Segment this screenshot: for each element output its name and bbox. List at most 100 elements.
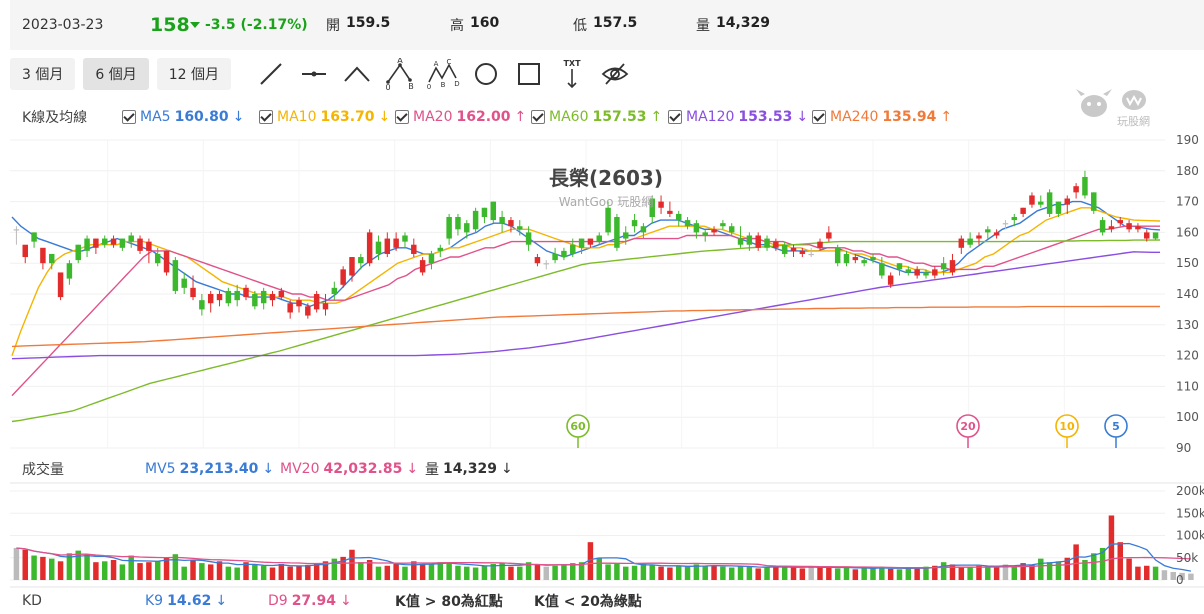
down-arrow-icon: [190, 22, 200, 28]
volume-bar: [561, 564, 567, 580]
candle-body: [640, 226, 647, 233]
volume-bar: [207, 564, 214, 580]
candle-body: [296, 300, 302, 307]
candle-body: [799, 250, 806, 254]
candle-body: [31, 232, 37, 242]
range-12m-button[interactable]: 12 個月: [156, 58, 231, 90]
volume-bar: [331, 558, 338, 580]
volume-bar: [852, 569, 859, 580]
ma120-arrow: ↓: [796, 109, 809, 125]
price-tick-label: 150: [1176, 256, 1199, 270]
hide-drawings-icon[interactable]: [597, 57, 633, 91]
candle-body: [234, 290, 240, 301]
candle-body: [1002, 223, 1009, 225]
candle-body: [181, 278, 187, 288]
volume-bar: [1038, 558, 1044, 580]
volume-bar: [384, 565, 391, 580]
volume-bar: [216, 561, 223, 580]
ma240-checkbox[interactable]: [812, 110, 826, 124]
abc-label-b: B: [408, 82, 414, 90]
candle-body: [737, 238, 744, 245]
volume-legend: 成交量 MV5 23,213.40 ↓ MV20 42,032.85 ↓ 量 1…: [10, 458, 1204, 480]
mv20-arrow: ↓: [406, 461, 419, 477]
volume-tick-label: 150k: [1176, 506, 1204, 520]
rectangle-tool-icon[interactable]: [511, 57, 547, 91]
ma10-checkbox[interactable]: [259, 110, 273, 124]
volume-bar: [808, 566, 814, 580]
ma-markers: 60 20 10 5: [566, 414, 1128, 448]
ma5-value: 160.80: [174, 109, 229, 125]
candle-body: [146, 241, 152, 251]
ma20-checkbox[interactable]: [395, 110, 409, 124]
circle-tool-icon[interactable]: [468, 57, 504, 91]
volume-bar: [578, 562, 585, 580]
mv20-line: [16, 547, 1191, 569]
volume-bar: [128, 555, 134, 580]
volume-bar: [411, 561, 417, 580]
volume-label: 量: [696, 18, 710, 34]
ma120-toggle[interactable]: MA120 153.53 ↓: [668, 109, 808, 125]
candle-body: [84, 238, 90, 251]
ma60-toggle[interactable]: MA60 157.53 ↑: [531, 109, 662, 125]
ma-marker-label: 60: [570, 420, 586, 433]
volume-ma-lines: [16, 542, 1192, 572]
price-change: -3.5 (-2.17%): [190, 17, 308, 33]
ma5-checkbox[interactable]: [122, 110, 136, 124]
candle-body: [887, 275, 894, 285]
ma60-checkbox[interactable]: [531, 110, 545, 124]
volume-bar: [393, 563, 399, 580]
angle-tool-icon[interactable]: [339, 57, 375, 91]
chart-title: 長榮(2603): [549, 166, 663, 190]
volume-bar: [1046, 562, 1053, 580]
range-6m-button[interactable]: 6 個月: [83, 58, 149, 90]
ma240-toggle[interactable]: MA240 135.94 ↑: [812, 109, 952, 125]
ma120-checkbox[interactable]: [668, 110, 682, 124]
candle-body: [481, 207, 488, 217]
candle-body: [446, 217, 452, 239]
ma10-toggle[interactable]: MA10 163.70 ↓: [259, 109, 390, 125]
candle-body: [958, 238, 965, 248]
ma20-arrow: ↑: [514, 109, 527, 125]
volume-bar: [481, 565, 488, 580]
candle-body: [684, 220, 691, 227]
volume-bar: [720, 566, 726, 580]
ma5-label: MA5: [140, 109, 171, 125]
text-tool-icon[interactable]: TXT: [554, 57, 590, 91]
ma240-line: [11, 305, 1160, 348]
volume-today-arrow: ↓: [501, 461, 513, 477]
candle-body: [393, 238, 399, 248]
segment-tool-icon[interactable]: [296, 57, 332, 91]
volume-bar: [1099, 547, 1106, 580]
volume-bars: [13, 515, 1194, 580]
volume-tick-label: 200k: [1176, 484, 1204, 498]
candle-body: [508, 220, 514, 227]
abc-pattern-tool-icon[interactable]: A 0 B: [382, 57, 418, 91]
candle-body: [543, 263, 549, 265]
candle-body: [746, 235, 753, 245]
abcd-label-d: D: [454, 80, 459, 88]
volume-bar: [905, 568, 912, 580]
volume-bar: [614, 563, 620, 580]
volume-bar: [1020, 563, 1026, 580]
candle-body: [411, 244, 417, 254]
price-change-value: -3.5 (-2.17%): [205, 17, 308, 33]
volume-bar: [552, 565, 558, 580]
abcd-label-c: C: [447, 58, 452, 66]
kd-note-oversold: K值 < 20為綠點: [534, 594, 642, 610]
ma60-value: 157.53: [592, 109, 647, 125]
volume-bar: [631, 565, 638, 580]
volume-stat: 量 14,329: [696, 15, 770, 35]
ma20-toggle[interactable]: MA20 162.00 ↑: [395, 109, 526, 125]
ma5-toggle[interactable]: MA5 160.80 ↓: [122, 109, 244, 125]
abcd-pattern-tool-icon[interactable]: A C 0 B D: [425, 57, 461, 91]
chart-watermark: WantGoo 玩股網: [558, 195, 654, 209]
volume-bar: [949, 564, 956, 580]
last-price: 158: [150, 14, 190, 36]
candle-body: [340, 269, 346, 285]
line-tool-icon[interactable]: [253, 57, 289, 91]
volume-bar: [1117, 542, 1123, 580]
candle-body: [517, 226, 523, 230]
candle-body: [428, 253, 435, 264]
candle-body: [119, 238, 126, 248]
range-3m-button[interactable]: 3 個月: [10, 58, 76, 90]
